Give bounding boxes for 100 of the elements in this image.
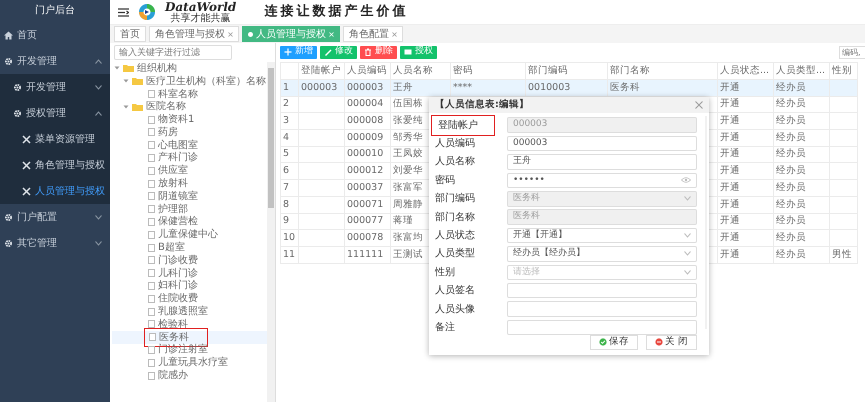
save-button[interactable]: 保存: [590, 334, 638, 350]
table-cell: 经办员: [774, 230, 830, 246]
eye-icon[interactable]: [681, 177, 691, 184]
chevron-down-icon: [684, 270, 691, 275]
selected-row[interactable]: 1 000003 000003 王舟 **** 0010003 医务科 开通 经办员: [280, 80, 858, 96]
delete-button[interactable]: 删除: [360, 46, 397, 58]
menu-icon[interactable]: [118, 8, 129, 16]
input-field[interactable]: 王舟: [507, 154, 697, 170]
row-number: 1: [280, 80, 298, 96]
tools-icon: [22, 160, 31, 170]
tree-label[interactable]: 检验科: [158, 316, 188, 332]
table-cell: 开通: [718, 246, 774, 264]
menu-item[interactable]: 首页: [0, 22, 110, 48]
tree-label[interactable]: 物资科1: [158, 112, 194, 128]
input-field: 000003: [507, 117, 697, 133]
tree-row[interactable]: 医务科: [112, 330, 267, 344]
gear-icon: [4, 56, 13, 66]
close-icon[interactable]: [695, 101, 703, 109]
scrollbar[interactable]: [267, 62, 275, 402]
caret-down-icon[interactable]: [123, 104, 129, 110]
caret-down-icon[interactable]: [114, 65, 120, 72]
tree-label[interactable]: 院感办: [158, 368, 188, 384]
table-cell: 000078: [344, 230, 390, 246]
row-number: 8: [280, 196, 298, 213]
select-field[interactable]: 经办员【经办员】: [507, 246, 697, 262]
password-field[interactable]: ••••••: [507, 172, 697, 188]
input-field[interactable]: 000003: [507, 136, 697, 152]
column-header[interactable]: 部门名称: [608, 62, 718, 80]
table-cell: 000003: [344, 80, 390, 96]
input-field[interactable]: [507, 301, 697, 317]
tree-label[interactable]: 心电图室: [158, 138, 198, 153]
tree-label[interactable]: 放射科: [158, 176, 188, 192]
table-cell: ****: [450, 80, 526, 96]
gear-icon: [4, 238, 13, 248]
tree-label[interactable]: 门诊收费: [158, 252, 198, 268]
tree-label[interactable]: B超室: [158, 240, 185, 256]
tree-label[interactable]: 住院收费: [158, 291, 198, 306]
tree-label[interactable]: 乳腺透照室: [158, 304, 208, 320]
table-cell: 000010: [344, 146, 390, 163]
tree-label[interactable]: 组织机构: [137, 62, 177, 76]
table-cell: 开通: [718, 196, 774, 213]
logo-text: DataWorld: [165, 0, 236, 14]
tab[interactable]: 角色管理与授权: [149, 26, 239, 42]
table-cell: 医务科: [608, 80, 718, 96]
tree-label[interactable]: 产科门诊: [158, 150, 198, 166]
gear-icon: [13, 82, 22, 92]
caret-down-icon[interactable]: [123, 78, 129, 84]
submenu-item[interactable]: 开发管理: [0, 74, 110, 100]
field-label: 人员签名: [435, 285, 475, 296]
table-cell: 男性: [830, 246, 858, 264]
tree-label[interactable]: 医务科: [159, 330, 189, 345]
table-cell: 000008: [344, 112, 390, 130]
close-icon[interactable]: [392, 32, 397, 36]
logo-icon: [137, 3, 157, 21]
table-cell: 000037: [344, 180, 390, 196]
table-cell: 经办员: [774, 146, 830, 163]
tree-label[interactable]: 科室名称: [158, 86, 198, 102]
table-cell: 王舟: [390, 80, 450, 96]
table-cell: 000004: [344, 96, 390, 113]
search-field[interactable]: 编码,: [839, 46, 865, 58]
menu-item[interactable]: 开发管理: [0, 48, 110, 74]
tree-label[interactable]: 儿童玩具水疗室: [158, 355, 228, 370]
close-icon[interactable]: [228, 32, 233, 36]
table-cell: 经办员: [774, 180, 830, 196]
input-field[interactable]: [507, 282, 697, 298]
tree-label[interactable]: 供应室: [158, 163, 188, 178]
submenu-item[interactable]: 授权管理: [0, 100, 110, 126]
folder-icon: [123, 64, 134, 72]
table-cell: 开通: [718, 213, 774, 230]
tab[interactable]: 角色配置: [343, 26, 403, 42]
filter-field[interactable]: 输入关键字进行过滤: [114, 45, 232, 60]
menu-item[interactable]: 门户配置: [0, 204, 110, 230]
column-header[interactable]: 密码: [450, 62, 526, 80]
tree-label[interactable]: 药房: [158, 124, 178, 140]
tab[interactable]: 首页: [114, 26, 146, 42]
table-cell: 111111: [344, 246, 390, 264]
tree-label[interactable]: 儿科门诊: [158, 266, 198, 281]
input-field[interactable]: [507, 320, 697, 336]
select-field[interactable]: 开通【开通】: [507, 228, 697, 244]
submenu-item[interactable]: 角色管理与授权: [0, 152, 110, 178]
tree-label[interactable]: 医院名称: [146, 99, 186, 114]
submenu-item[interactable]: 菜单资源管理: [0, 126, 110, 152]
menu-item[interactable]: 其它管理: [0, 230, 110, 256]
column-header[interactable]: 部门编码: [526, 62, 608, 80]
tree-label[interactable]: 保健营检: [158, 214, 198, 230]
tree-label[interactable]: 门诊注射室: [158, 342, 208, 358]
delete-icon: [364, 48, 372, 56]
table-cell: 开通: [718, 80, 774, 96]
tree-label[interactable]: 阴道镜室: [158, 188, 198, 204]
table-cell: 开通: [718, 230, 774, 246]
submenu-item[interactable]: 人员管理与授权: [0, 178, 110, 204]
table-cell: 000071: [344, 196, 390, 213]
close-button[interactable]: 关 闭: [646, 334, 697, 350]
select-field: 医务科: [507, 191, 697, 206]
tree-label[interactable]: 妇科门诊: [158, 278, 198, 294]
table-cell: 经办员: [774, 213, 830, 230]
tree-label[interactable]: 儿童保健中心: [158, 227, 218, 242]
table-cell: 经办员: [774, 96, 830, 113]
tree-label[interactable]: 护理部: [158, 202, 188, 217]
tree-label[interactable]: 医疗卫生机构（科室）名称: [146, 74, 266, 89]
